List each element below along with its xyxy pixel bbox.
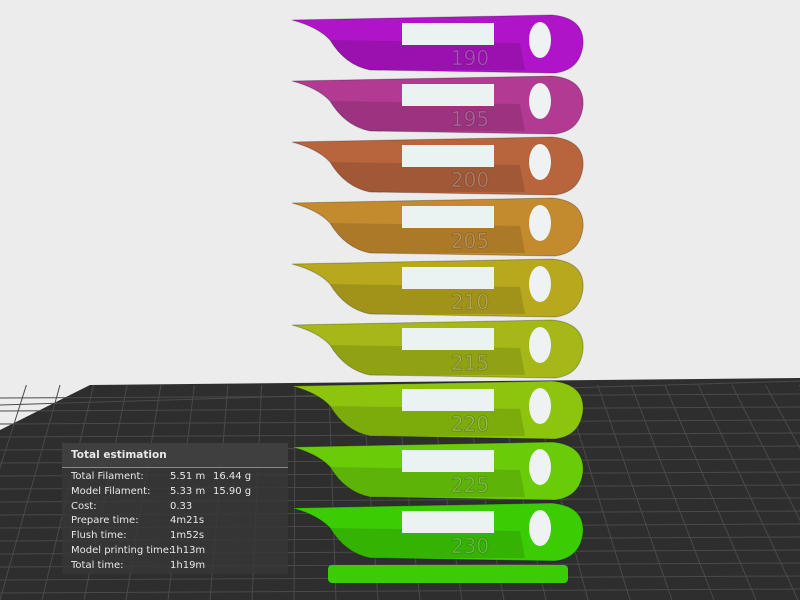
estimation-value: 1m52s <box>170 530 205 542</box>
tier-temperature-label: 225 <box>451 473 489 497</box>
estimation-label: Model Filament: <box>71 485 151 497</box>
estimation-value-secondary: 15.90 g <box>213 485 252 497</box>
tier-temperature-label: 220 <box>451 412 489 436</box>
estimation-label: Total time: <box>71 559 124 571</box>
estimation-label: Total Filament: <box>71 471 144 482</box>
tower-tier: 190 <box>291 14 584 74</box>
estimation-value: 4m21s <box>170 515 205 527</box>
tier-temperature-label: 230 <box>451 534 489 558</box>
estimation-row: Model Filament: 5.33 m 15.90 g <box>62 485 288 500</box>
tower-tier: 195 <box>291 75 584 135</box>
estimation-label: Model printing time: <box>71 544 173 556</box>
estimation-row: Flush time: 1m52s <box>62 529 288 544</box>
estimation-row: Total Filament: 5.51 m 16.44 g <box>62 470 288 485</box>
estimation-value: 5.51 m <box>170 471 206 482</box>
estimation-value-secondary <box>213 559 273 574</box>
tier-temperature-label: 205 <box>451 229 489 253</box>
estimation-value: 0.33 <box>170 500 193 512</box>
estimation-row: Prepare time: 4m21s <box>62 514 288 529</box>
tier-temperature-label: 200 <box>451 168 489 192</box>
tier-window <box>402 450 494 472</box>
estimation-value: 5.33 m <box>170 485 206 497</box>
tier-hole <box>529 327 551 363</box>
tower-base <box>328 565 568 583</box>
tier-hole <box>529 510 551 546</box>
tier-window <box>402 145 494 167</box>
estimation-value: 1h19m <box>170 559 206 571</box>
estimation-value-secondary <box>213 544 273 559</box>
estimation-value-secondary <box>213 529 273 544</box>
tier-hole <box>529 266 551 302</box>
tier-hole <box>529 22 551 58</box>
tier-temperature-label: 190 <box>451 46 489 70</box>
tier-hole <box>529 205 551 241</box>
estimation-label: Flush time: <box>71 530 127 542</box>
estimation-row: Model printing time: 1h13m <box>62 544 288 559</box>
estimation-row: Total time: 1h19m <box>62 559 288 574</box>
tier-window <box>402 389 494 411</box>
tower-tier: 200 <box>291 136 584 196</box>
tier-temperature-label: 215 <box>451 351 489 375</box>
tier-window <box>402 328 494 350</box>
tower-tier: 210 <box>291 258 584 318</box>
tier-temperature-label: 195 <box>451 107 489 131</box>
estimation-value: 1h13m <box>170 544 206 556</box>
estimation-row: Cost: 0.33 <box>62 500 288 515</box>
tier-hole <box>529 144 551 180</box>
tower-tier: 205 <box>291 197 584 257</box>
tier-hole <box>529 388 551 424</box>
estimation-value-secondary <box>213 500 273 515</box>
estimation-label: Cost: <box>71 500 97 512</box>
tier-window <box>402 23 494 45</box>
tier-window <box>402 84 494 106</box>
tower-tier: 215 <box>291 319 584 379</box>
tier-window <box>402 206 494 228</box>
tier-hole <box>529 449 551 485</box>
total-estimation-panel: Total estimation Total Filament: 5.51 m 16… <box>62 443 288 574</box>
estimation-value-secondary: 16.44 g <box>213 471 252 482</box>
estimation-title: Total estimation <box>62 443 288 468</box>
estimation-value-secondary <box>213 514 273 529</box>
tier-window <box>402 267 494 289</box>
tier-hole <box>529 83 551 119</box>
estimation-label: Prepare time: <box>71 515 139 527</box>
tier-window <box>402 511 494 533</box>
tier-temperature-label: 210 <box>451 290 489 314</box>
